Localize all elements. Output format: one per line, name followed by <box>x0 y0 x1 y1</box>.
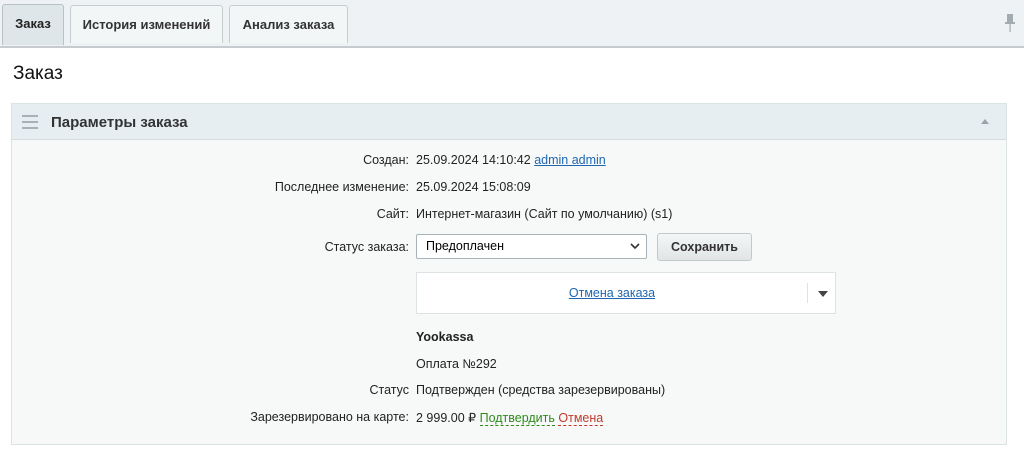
reserved-label: Зарезервировано на карте: <box>250 410 409 424</box>
created-label: Создан: <box>363 153 409 167</box>
payment-system: Yookassa <box>416 330 474 344</box>
panel-title: Параметры заказа <box>51 114 188 131</box>
panel-header: Параметры заказа <box>12 104 1006 140</box>
reserved-amount: 2 999.00 ₽ <box>416 411 477 425</box>
modified-label: Последнее изменение: <box>274 180 409 194</box>
confirm-link[interactable]: Подтвердить <box>479 411 555 426</box>
tab-history[interactable]: История изменений <box>70 5 223 43</box>
payment-number: Оплата №292 <box>416 357 497 371</box>
pin-icon[interactable] <box>1004 14 1016 32</box>
page-title: Заказ <box>13 63 63 84</box>
dropdown-arrow-icon[interactable] <box>818 291 828 297</box>
tab-order[interactable]: Заказ <box>2 4 64 45</box>
order-status-value: Предоплачен <box>426 239 504 253</box>
order-status-select[interactable]: Предоплачен <box>416 234 647 259</box>
cancel-order-box: Отмена заказа <box>416 272 836 314</box>
created-by-link[interactable]: admin admin <box>534 153 606 167</box>
divider <box>807 283 808 303</box>
tab-bar: Заказ История изменений Анализ заказа <box>0 0 1024 48</box>
modified-value: 25.09.2024 15:08:09 <box>416 180 531 194</box>
save-button[interactable]: Сохранить <box>657 233 752 261</box>
created-value: 25.09.2024 14:10:42 admin admin <box>416 153 606 167</box>
cancel-payment-link[interactable]: Отмена <box>558 411 604 426</box>
site-label: Сайт: <box>376 207 409 221</box>
reserved-value: 2 999.00 ₽ Подтвердить Отмена <box>416 410 604 426</box>
drag-handle-icon[interactable] <box>22 115 38 129</box>
collapse-arrow-icon[interactable] <box>981 119 989 124</box>
cancel-order-link[interactable]: Отмена заказа <box>417 286 807 300</box>
payment-status-value: Подтвержден (средства зарезервированы) <box>416 383 666 397</box>
tab-analysis[interactable]: Анализ заказа <box>229 5 348 43</box>
chevron-down-icon <box>630 243 640 250</box>
site-value: Интернет-магазин (Сайт по умолчанию) (s1… <box>416 207 673 221</box>
created-datetime: 25.09.2024 14:10:42 <box>416 153 531 167</box>
status-label: Статус заказа: <box>324 240 409 254</box>
payment-status-label: Статус <box>369 383 409 397</box>
